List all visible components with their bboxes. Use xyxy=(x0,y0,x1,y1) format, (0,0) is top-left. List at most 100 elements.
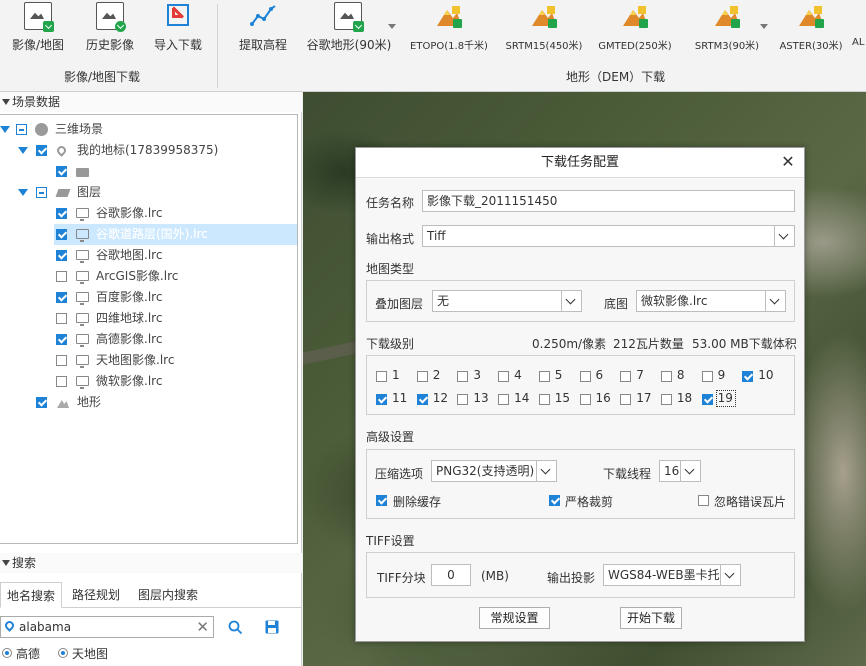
threads-select[interactable]: 16 xyxy=(659,460,701,482)
gmted-button[interactable]: GMTED(250米) xyxy=(592,0,678,66)
start-download-button[interactable]: 开始下载 xyxy=(620,607,682,629)
save-icon[interactable] xyxy=(265,620,279,634)
source-radio-tianditu[interactable] xyxy=(58,648,68,658)
chevron-down-icon[interactable] xyxy=(765,291,785,311)
tree-node-google-map[interactable]: 谷歌地图.lrc xyxy=(0,245,297,266)
overlay-select[interactable]: 无 xyxy=(432,290,582,312)
tree-node-3d-scene[interactable]: 三维场景 xyxy=(0,119,297,140)
level-checkbox[interactable] xyxy=(457,371,469,382)
level-checkbox[interactable] xyxy=(701,394,713,405)
tree-node-terrain[interactable]: 地形 xyxy=(0,392,297,413)
search-icon[interactable] xyxy=(228,620,243,635)
tree-node-siwei[interactable]: 四维地球.lrc xyxy=(0,308,297,329)
level-checkbox[interactable] xyxy=(376,394,387,405)
source-radio-gaode[interactable] xyxy=(2,648,12,658)
expand-arrow-icon[interactable] xyxy=(18,147,28,154)
level-checkbox[interactable] xyxy=(579,394,591,405)
level-checkbox[interactable] xyxy=(498,371,510,382)
aster-button[interactable]: ASTER(30米) xyxy=(774,0,848,66)
tree-node-folder[interactable] xyxy=(0,161,297,182)
extract-elevation-button[interactable]: 提取高程 xyxy=(232,0,294,66)
collapse-arrow-icon[interactable] xyxy=(2,99,10,105)
level-checkbox[interactable] xyxy=(701,371,713,382)
level-checkbox[interactable] xyxy=(376,371,387,382)
chevron-down-icon[interactable] xyxy=(680,461,700,481)
chevron-down-icon[interactable] xyxy=(536,461,556,481)
output-format-select[interactable]: Tiff xyxy=(422,225,795,247)
close-icon[interactable]: ✕ xyxy=(778,152,798,172)
collapse-arrow-icon[interactable] xyxy=(2,560,10,566)
tree-checkbox[interactable] xyxy=(56,334,67,345)
tree-checkbox[interactable] xyxy=(36,145,47,156)
tree-node-my-landmarks[interactable]: 我的地标(17839958375) xyxy=(0,140,297,161)
level-checkbox[interactable] xyxy=(579,371,591,382)
tree-checkbox[interactable] xyxy=(56,229,67,240)
etopo-button[interactable]: ETOPO(1.8千米) xyxy=(404,0,494,66)
chevron-down-icon[interactable] xyxy=(561,291,581,311)
level-checkbox[interactable] xyxy=(620,394,632,405)
image-map-download-button[interactable]: 影像/地图 xyxy=(4,0,72,66)
search-input[interactable] xyxy=(19,619,189,635)
basemap-select[interactable]: 微软影像.lrc xyxy=(636,290,786,312)
al-button[interactable]: AL xyxy=(852,0,866,66)
projection-select[interactable]: WGS84-WEB墨卡托 xyxy=(603,564,741,586)
level-checkbox[interactable] xyxy=(538,394,550,405)
level-checkbox[interactable] xyxy=(742,371,754,382)
task-name-input[interactable]: 影像下载_2011151450 xyxy=(422,190,795,212)
tree-checkbox[interactable] xyxy=(56,166,67,177)
compress-select[interactable]: PNG32(支持透明) xyxy=(431,460,557,482)
chevron-down-icon[interactable] xyxy=(774,226,794,246)
tree-node-baidu[interactable]: 百度影像.lrc xyxy=(0,287,297,308)
level-label: 11 xyxy=(392,391,408,405)
normal-settings-button[interactable]: 常规设置 xyxy=(479,607,550,629)
google-terrain-button[interactable]: 谷歌地形(90米) xyxy=(302,0,396,66)
tree-checkbox[interactable] xyxy=(36,397,47,408)
tiff-block-input[interactable]: 0 xyxy=(431,564,471,586)
tree-checkbox[interactable] xyxy=(56,271,67,282)
level-label: 5 xyxy=(554,368,563,382)
delete-cache-checkbox[interactable] xyxy=(376,495,387,506)
scene-tree[interactable]: 三维场景 我的地标(17839958375) 图层 谷歌影像.lrc 谷歌道路层… xyxy=(0,114,298,544)
tree-checkbox[interactable] xyxy=(56,292,67,303)
import-download-button[interactable]: 导入下载 xyxy=(146,0,210,66)
tree-node-tianditu[interactable]: 天地图影像.lrc xyxy=(0,350,297,371)
tree-node-gaode[interactable]: 高德影像.lrc xyxy=(0,329,297,350)
tree-node-google-road[interactable]: 谷歌道路层(国外).lrc xyxy=(54,224,297,245)
tree-checkbox[interactable] xyxy=(56,355,67,366)
level-checkbox[interactable] xyxy=(416,394,428,405)
level-checkbox[interactable] xyxy=(416,371,428,382)
level-checkbox[interactable] xyxy=(660,394,672,405)
tree-checkbox[interactable] xyxy=(56,376,67,387)
level-checkbox[interactable] xyxy=(498,394,510,405)
tree-checkbox[interactable] xyxy=(16,124,27,135)
tree-node-microsoft[interactable]: 微软影像.lrc xyxy=(0,371,297,392)
tree-node-layers[interactable]: 图层 xyxy=(0,182,297,203)
chevron-down-icon[interactable] xyxy=(760,24,768,29)
history-image-button[interactable]: 历史影像 xyxy=(76,0,144,66)
level-checkbox[interactable] xyxy=(538,371,550,382)
level-checkbox[interactable] xyxy=(620,371,632,382)
clear-icon[interactable]: ✕ xyxy=(196,619,209,635)
tree-checkbox[interactable] xyxy=(56,250,67,261)
search-tabs: 地名搜索 路径规划 图层内搜索 xyxy=(0,582,302,608)
tab-route-planning[interactable]: 路径规划 xyxy=(64,582,128,608)
tab-place-search[interactable]: 地名搜索 xyxy=(0,582,62,608)
level-checkbox[interactable] xyxy=(660,371,672,382)
tree-checkbox[interactable] xyxy=(56,313,67,324)
expand-arrow-icon[interactable] xyxy=(18,189,28,196)
srtm3-button[interactable]: SRTM3(90米) xyxy=(684,0,770,66)
level-checkbox[interactable] xyxy=(457,394,469,405)
tree-checkbox[interactable] xyxy=(56,208,67,219)
expand-arrow-icon[interactable] xyxy=(0,126,10,133)
srtm15-button[interactable]: SRTM15(450米) xyxy=(500,0,588,66)
search-panel-header[interactable]: 搜索 xyxy=(0,553,302,573)
tree-node-google-image[interactable]: 谷歌影像.lrc xyxy=(0,203,297,224)
strict-crop-checkbox[interactable] xyxy=(549,495,560,506)
tree-checkbox[interactable] xyxy=(36,187,47,198)
chevron-down-icon[interactable] xyxy=(720,565,740,585)
tree-node-arcgis[interactable]: ArcGIS影像.lrc xyxy=(0,266,297,287)
tab-layer-search[interactable]: 图层内搜索 xyxy=(130,582,206,608)
scene-panel-header[interactable]: 场景数据 xyxy=(0,92,302,112)
ignore-error-checkbox[interactable] xyxy=(698,495,709,506)
chevron-down-icon[interactable] xyxy=(388,24,396,29)
